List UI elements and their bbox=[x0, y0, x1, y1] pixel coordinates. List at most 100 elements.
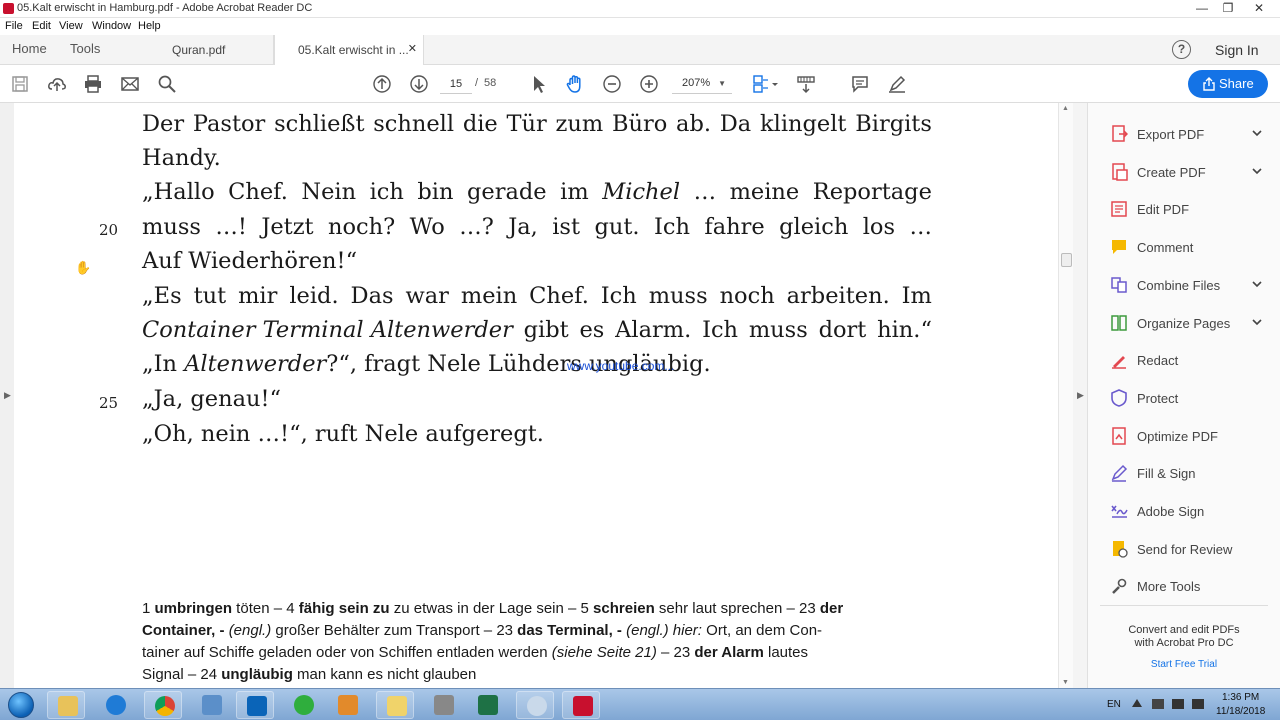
taskbar-media[interactable] bbox=[328, 691, 366, 719]
word: Das bbox=[350, 283, 394, 309]
word: noch bbox=[719, 283, 775, 309]
hand-tool-icon[interactable] bbox=[565, 74, 585, 94]
menu-window[interactable]: Window bbox=[92, 20, 131, 32]
taskbar-app[interactable] bbox=[192, 691, 230, 719]
tab-home[interactable]: Home bbox=[12, 41, 47, 56]
tab-tools[interactable]: Tools bbox=[70, 41, 100, 56]
tool-create-pdf[interactable]: Create PDF bbox=[1108, 159, 1278, 187]
chevron-down-icon[interactable] bbox=[1250, 126, 1264, 140]
close-tab-icon[interactable]: ✕ bbox=[408, 42, 417, 55]
tool-more-tools[interactable]: More Tools bbox=[1108, 573, 1278, 601]
page-number-input[interactable] bbox=[440, 74, 472, 94]
document-view[interactable]: ✋ Der Pastor schließt schnell die Tür zum Büro a… bbox=[14, 103, 1058, 688]
tool-label: Protect bbox=[1137, 390, 1179, 406]
word: Pastor bbox=[192, 111, 266, 137]
menu-edit[interactable]: Edit bbox=[32, 20, 51, 32]
start-button[interactable] bbox=[2, 690, 40, 720]
tool-label: Adobe Sign bbox=[1137, 504, 1205, 519]
word: die bbox=[462, 111, 498, 137]
tool-send-for-review[interactable]: Send for Review bbox=[1108, 536, 1278, 564]
print-icon[interactable] bbox=[83, 74, 103, 94]
word: Ich bbox=[600, 283, 637, 309]
email-icon[interactable] bbox=[120, 74, 140, 94]
chrome-icon bbox=[155, 696, 175, 716]
clock-date[interactable]: 11/18/2018 bbox=[1216, 706, 1265, 717]
maximize-button[interactable]: ❐ bbox=[1214, 0, 1242, 18]
close-window-button[interactable]: ✕ bbox=[1242, 0, 1276, 18]
taskbar-ie[interactable] bbox=[96, 691, 134, 719]
taskbar-app[interactable] bbox=[376, 691, 414, 719]
page-display-icon[interactable] bbox=[751, 74, 781, 94]
chevron-down-icon[interactable] bbox=[1250, 315, 1264, 329]
search-icon[interactable] bbox=[157, 74, 177, 94]
share-button[interactable]: Share bbox=[1188, 70, 1268, 98]
select-cursor-icon[interactable] bbox=[529, 74, 549, 94]
taskbar-excel[interactable] bbox=[468, 691, 506, 719]
text-line-10: „Oh, nein …!“, ruft Nele aufgeregt. bbox=[142, 421, 544, 447]
right-pane-toggle[interactable]: ▶ bbox=[1073, 103, 1088, 688]
help-button[interactable]: ? bbox=[1172, 40, 1191, 59]
comment-tool-icon[interactable] bbox=[850, 74, 870, 94]
highlight-pen-icon[interactable] bbox=[887, 74, 907, 94]
volume-icon[interactable] bbox=[1192, 699, 1204, 709]
tool-optimize-pdf[interactable]: Optimize PDF bbox=[1108, 423, 1278, 451]
minimize-button[interactable]: — bbox=[1188, 0, 1216, 18]
text-line-3: „Hallo Chef. Nein ich bin gerade im Michel … mein… bbox=[142, 179, 932, 205]
language-indicator[interactable]: EN bbox=[1107, 699, 1121, 710]
save-icon[interactable] bbox=[10, 74, 30, 94]
divider bbox=[1100, 605, 1268, 606]
scroll-down-icon[interactable]: ▼ bbox=[1062, 679, 1069, 686]
taskbar-outlook[interactable] bbox=[236, 691, 274, 719]
left-panel-toggle[interactable]: ▶ bbox=[0, 103, 14, 688]
tool-redact[interactable]: Redact bbox=[1108, 347, 1278, 375]
clock-time[interactable]: 1:36 PM bbox=[1222, 692, 1259, 703]
tool-protect[interactable]: Protect bbox=[1108, 385, 1278, 413]
scroll-up-icon[interactable]: ▲ bbox=[1062, 105, 1069, 112]
menu-help[interactable]: Help bbox=[138, 20, 161, 32]
word: schnell bbox=[373, 111, 455, 137]
taskbar-acrobat[interactable] bbox=[562, 691, 600, 719]
tool-comment[interactable]: Comment bbox=[1108, 234, 1278, 262]
taskbar-app[interactable] bbox=[284, 691, 322, 719]
previous-page-icon[interactable] bbox=[372, 74, 392, 94]
combine-files-icon bbox=[1111, 277, 1127, 293]
zoom-level-dropdown[interactable]: 207% ▼ bbox=[672, 74, 732, 94]
tool-label: Redact bbox=[1137, 353, 1179, 369]
optimize-pdf-icon bbox=[1112, 426, 1126, 445]
network-icon[interactable] bbox=[1172, 699, 1184, 709]
taskbar-app[interactable] bbox=[516, 691, 554, 719]
watermark-link[interactable]: www.youtube.com... bbox=[567, 359, 674, 373]
taskbar-explorer[interactable] bbox=[47, 691, 85, 719]
tab-quran-pdf[interactable]: Quran.pdf bbox=[140, 35, 274, 65]
zoom-out-icon[interactable] bbox=[602, 74, 622, 94]
sign-in-link[interactable]: Sign In bbox=[1215, 42, 1259, 58]
tool-export-pdf[interactable]: Export PDF bbox=[1108, 121, 1278, 149]
tab-current-document[interactable]: 05.Kalt erwischt in ... ✕ bbox=[274, 35, 424, 66]
chevron-down-icon[interactable] bbox=[1250, 164, 1264, 178]
taskbar-chrome[interactable] bbox=[144, 691, 182, 719]
tool-organize-pages[interactable]: Organize Pages bbox=[1108, 310, 1278, 338]
text-line-9: „Ja, genau!“ bbox=[142, 386, 282, 412]
start-free-trial-link[interactable]: Start Free Trial bbox=[1088, 659, 1280, 670]
flag-icon[interactable] bbox=[1152, 699, 1164, 709]
word: bin bbox=[417, 179, 454, 205]
chevron-down-icon[interactable] bbox=[1250, 277, 1264, 291]
taskbar-app[interactable] bbox=[424, 691, 462, 719]
tool-combine-files[interactable]: Combine Files bbox=[1108, 272, 1278, 300]
tray-arrow-icon[interactable] bbox=[1132, 699, 1142, 707]
footnote-text: (siehe Seite 21) bbox=[551, 644, 657, 661]
word: muss bbox=[748, 317, 808, 343]
zoom-in-icon[interactable] bbox=[639, 74, 659, 94]
scrolling-mode-icon[interactable] bbox=[796, 74, 816, 94]
next-page-icon[interactable] bbox=[409, 74, 429, 94]
vertical-scrollbar[interactable]: ▲ ▼ bbox=[1058, 103, 1073, 688]
upload-cloud-icon[interactable] bbox=[47, 74, 67, 94]
tool-adobe-sign[interactable]: Adobe Sign bbox=[1108, 498, 1278, 526]
tool-edit-pdf[interactable]: Edit PDF bbox=[1108, 196, 1278, 224]
scroll-thumb[interactable] bbox=[1061, 253, 1072, 267]
text-line-6: „Es tut mir leid. Das war mein Chef. Ich muss noch… bbox=[142, 283, 932, 309]
tool-fill-sign[interactable]: Fill & Sign bbox=[1108, 460, 1278, 488]
word: fahre bbox=[704, 214, 765, 240]
menu-view[interactable]: View bbox=[59, 20, 83, 32]
menu-file[interactable]: File bbox=[5, 20, 23, 32]
